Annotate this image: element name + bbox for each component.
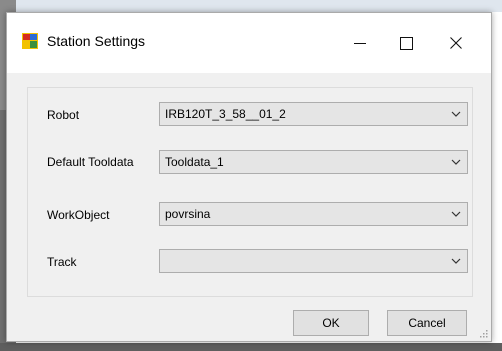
default-tooldata-combo[interactable]: Tooldata_1 <box>159 150 468 174</box>
background-viewport-bottom <box>0 343 502 351</box>
resize-grip-icon[interactable] <box>478 328 488 338</box>
default-tooldata-value: Tooldata_1 <box>165 155 224 169</box>
maximize-button[interactable] <box>383 13 429 73</box>
track-combo[interactable] <box>159 249 468 273</box>
track-label: Track <box>47 255 77 269</box>
workobject-value: povrsina <box>165 207 211 221</box>
close-button[interactable] <box>433 13 479 73</box>
title-bar[interactable]: Station Settings <box>7 13 491 73</box>
default-tooldata-label: Default Tooldata <box>47 155 134 169</box>
station-settings-dialog: Station Settings Robot IRB120T_3_58__01_… <box>6 12 492 342</box>
chevron-down-icon <box>451 111 461 117</box>
maximize-icon <box>399 36 413 50</box>
close-icon <box>450 37 462 49</box>
minimize-button[interactable] <box>337 13 383 73</box>
robot-value: IRB120T_3_58__01_2 <box>165 107 286 121</box>
robot-label: Robot <box>47 108 80 122</box>
ok-button[interactable]: OK <box>293 310 369 336</box>
chevron-down-icon <box>451 258 461 264</box>
workobject-combo[interactable]: povrsina <box>159 202 468 226</box>
station-settings-icon <box>22 33 38 49</box>
cancel-button[interactable]: Cancel <box>387 310 467 336</box>
window-title: Station Settings <box>47 33 146 49</box>
workobject-label: WorkObject <box>47 208 110 222</box>
chevron-down-icon <box>451 211 461 217</box>
robot-combo[interactable]: IRB120T_3_58__01_2 <box>159 102 468 126</box>
minimize-icon <box>354 42 366 44</box>
chevron-down-icon <box>451 159 461 165</box>
background-desktop-strip <box>0 0 502 12</box>
